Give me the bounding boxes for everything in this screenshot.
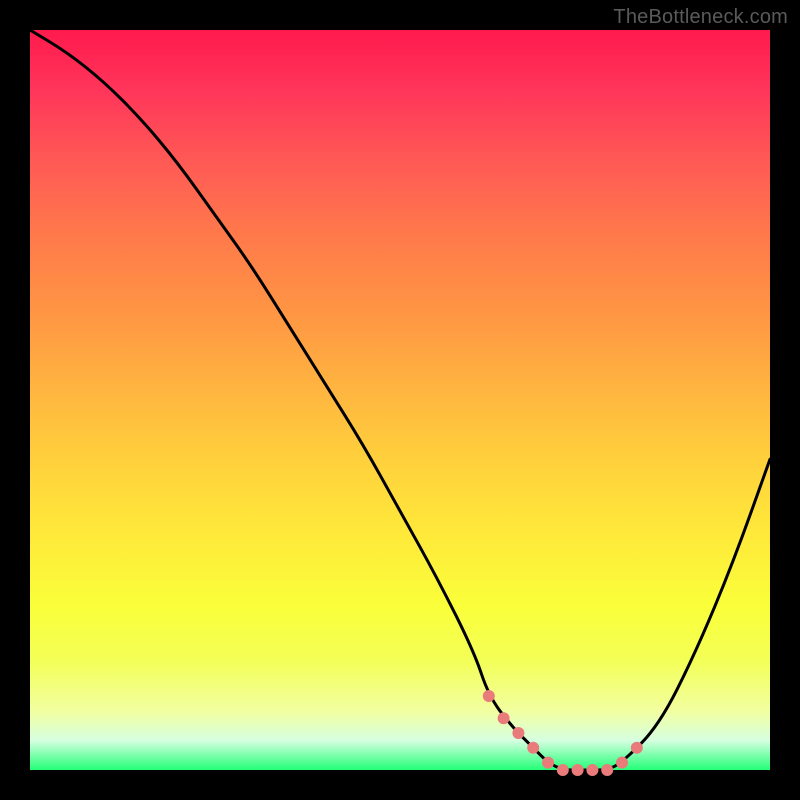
highlight-dot <box>542 757 554 769</box>
plot-area <box>30 30 770 770</box>
highlight-dots <box>483 690 643 776</box>
highlight-dot <box>616 757 628 769</box>
highlight-dot <box>586 764 598 776</box>
highlight-dot <box>631 742 643 754</box>
highlight-dot <box>483 690 495 702</box>
chart-svg <box>30 30 770 770</box>
highlight-dot <box>512 727 524 739</box>
chart-frame: TheBottleneck.com <box>0 0 800 800</box>
highlight-dot <box>601 764 613 776</box>
bottleneck-curve <box>30 30 770 770</box>
highlight-dot <box>498 712 510 724</box>
highlight-dot <box>557 764 569 776</box>
watermark-text: TheBottleneck.com <box>613 6 788 29</box>
highlight-dot <box>527 742 539 754</box>
highlight-dot <box>572 764 584 776</box>
